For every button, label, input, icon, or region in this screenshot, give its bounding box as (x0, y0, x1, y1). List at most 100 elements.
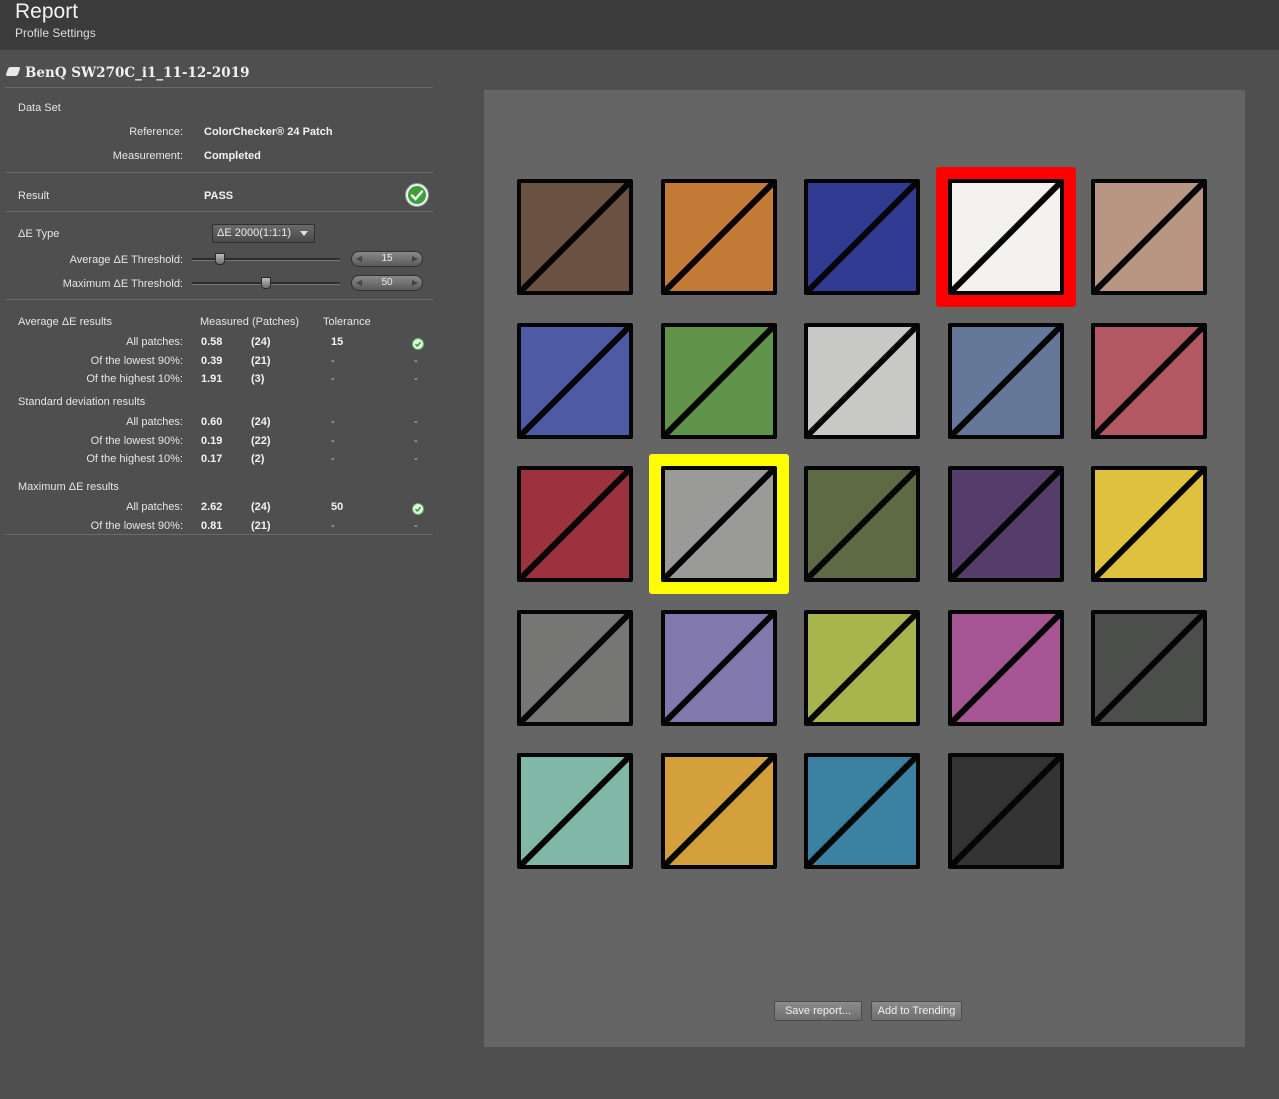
color-patch-swatch (947, 466, 1064, 582)
average-row-tolerance: - (331, 373, 335, 385)
color-patch[interactable] (517, 322, 633, 439)
color-patch-swatch (1091, 322, 1207, 439)
color-patch[interactable] (947, 753, 1064, 869)
average-row-label: All patches: (126, 336, 183, 348)
stddev-row-status: - (414, 434, 418, 447)
color-patch[interactable] (947, 179, 1064, 295)
color-patch-swatch (947, 179, 1064, 295)
color-patch-swatch (660, 322, 777, 439)
color-patch[interactable] (517, 466, 633, 582)
color-patch[interactable] (660, 753, 777, 869)
maximum-threshold-slider-handle[interactable] (261, 277, 271, 289)
result-value: PASS (204, 190, 234, 202)
average-row-status: - (414, 354, 418, 367)
dataset-section-label: Data Set (18, 102, 61, 114)
color-patch[interactable] (1091, 179, 1207, 295)
average-threshold-label: Average ΔE Threshold: (69, 254, 183, 266)
average-threshold-stepper[interactable]: ◀ 15 ▶ (351, 251, 423, 267)
stddev-row-value: 0.60 (201, 416, 223, 428)
measurement-label: Measurement: (112, 150, 183, 162)
color-patch[interactable] (660, 466, 777, 582)
average-row-label: Of the lowest 90%: (90, 354, 183, 367)
increment-arrow-icon[interactable]: ▶ (412, 252, 418, 266)
color-patch[interactable] (1091, 609, 1207, 726)
de-type-label: ΔE Type (18, 228, 60, 240)
color-patch-swatch (804, 322, 920, 439)
decrement-arrow-icon[interactable]: ◀ (356, 276, 362, 290)
stddev-row-tolerance: - (331, 416, 335, 428)
average-results-header: Average ΔE results (18, 316, 112, 328)
color-patch[interactable] (1091, 466, 1207, 582)
maximum-row-label: Of the lowest 90%: (90, 519, 183, 532)
average-row-label: Of the highest 10%: (86, 373, 183, 385)
stddev-row-value: 0.17 (201, 453, 223, 465)
stddev-row-tolerance: - (331, 434, 335, 447)
average-threshold-slider-handle[interactable] (215, 253, 225, 265)
color-patch-swatch (1091, 466, 1207, 582)
color-patch[interactable] (947, 466, 1064, 582)
color-patch-swatch (517, 179, 633, 295)
color-patch[interactable] (947, 322, 1064, 439)
maximum-row-patches: (24) (251, 501, 271, 513)
de-type-dropdown[interactable]: ΔE 2000(1:1:1) (212, 224, 315, 243)
color-patch-swatch (660, 466, 777, 582)
color-patch[interactable] (517, 609, 633, 726)
maximum-results-header: Maximum ΔE results (18, 481, 119, 493)
stddev-row-tolerance: - (331, 453, 335, 465)
stddev-results-header: Standard deviation results (18, 396, 146, 408)
maximum-threshold-label: Maximum ΔE Threshold: (62, 278, 183, 290)
color-patch-swatch (517, 466, 633, 582)
maximum-row-value: 0.81 (201, 519, 223, 532)
color-patch-swatch (804, 609, 920, 726)
measurement-value: Completed (204, 150, 261, 162)
color-patch-swatch (947, 322, 1064, 439)
maximum-row-tolerance: - (331, 519, 335, 532)
color-patch[interactable] (1091, 322, 1207, 439)
maximum-row-value: 2.62 (201, 501, 223, 513)
add-to-trending-button[interactable]: Add to Trending (871, 1001, 962, 1021)
average-row-value: 0.58 (201, 336, 223, 348)
stddev-row-status: - (414, 453, 418, 465)
color-patch[interactable] (660, 322, 777, 439)
maximum-row-tolerance: 50 (331, 501, 344, 513)
color-patch[interactable] (804, 179, 920, 295)
device-name: BenQ SW270C_i1_11-12-2019 (25, 65, 250, 81)
stddev-row-patches: (2) (251, 453, 265, 465)
stddev-row-patches: (24) (251, 416, 271, 428)
increment-arrow-icon[interactable]: ▶ (412, 276, 418, 290)
average-row-patches: (3) (251, 373, 265, 385)
color-patch-swatch (517, 753, 633, 869)
average-row-value: 0.39 (201, 354, 223, 367)
color-patch[interactable] (660, 179, 777, 295)
average-row-patches: (24) (251, 336, 271, 348)
color-patch[interactable] (517, 179, 633, 295)
maximum-row-status: - (414, 519, 418, 532)
check-circle-icon (412, 503, 424, 515)
color-patch[interactable] (804, 466, 920, 582)
color-patch[interactable] (660, 609, 777, 726)
color-patch[interactable] (804, 609, 920, 726)
color-patch-swatch (660, 179, 777, 295)
stddev-row-value: 0.19 (201, 434, 223, 447)
decrement-arrow-icon[interactable]: ◀ (356, 252, 362, 266)
average-row-tolerance: - (331, 354, 335, 367)
de-type-selected: ΔE 2000(1:1:1) (217, 227, 292, 239)
stddev-row-patches: (22) (251, 434, 271, 447)
stddev-row-label: Of the lowest 90%: (90, 434, 183, 447)
color-patch[interactable] (947, 609, 1064, 726)
color-patch[interactable] (804, 753, 920, 869)
color-patch-swatch (660, 753, 777, 869)
save-report-button[interactable]: Save report... (774, 1001, 862, 1021)
color-patch-swatch (1091, 179, 1207, 295)
average-threshold-value[interactable]: 15 (381, 253, 392, 264)
header-bar: Report Profile Settings (0, 0, 1279, 50)
maximum-threshold-value[interactable]: 50 (381, 277, 392, 288)
maximum-row-label: All patches: (126, 501, 183, 513)
color-patch[interactable] (804, 322, 920, 439)
maximum-threshold-stepper[interactable]: ◀ 50 ▶ (351, 275, 423, 291)
device-row: BenQ SW270C_i1_11-12-2019 (5, 62, 433, 88)
color-patch-swatch (947, 753, 1064, 869)
color-patch-swatch (804, 753, 920, 869)
page-subtitle[interactable]: Profile Settings (15, 26, 96, 40)
color-patch[interactable] (517, 753, 633, 869)
